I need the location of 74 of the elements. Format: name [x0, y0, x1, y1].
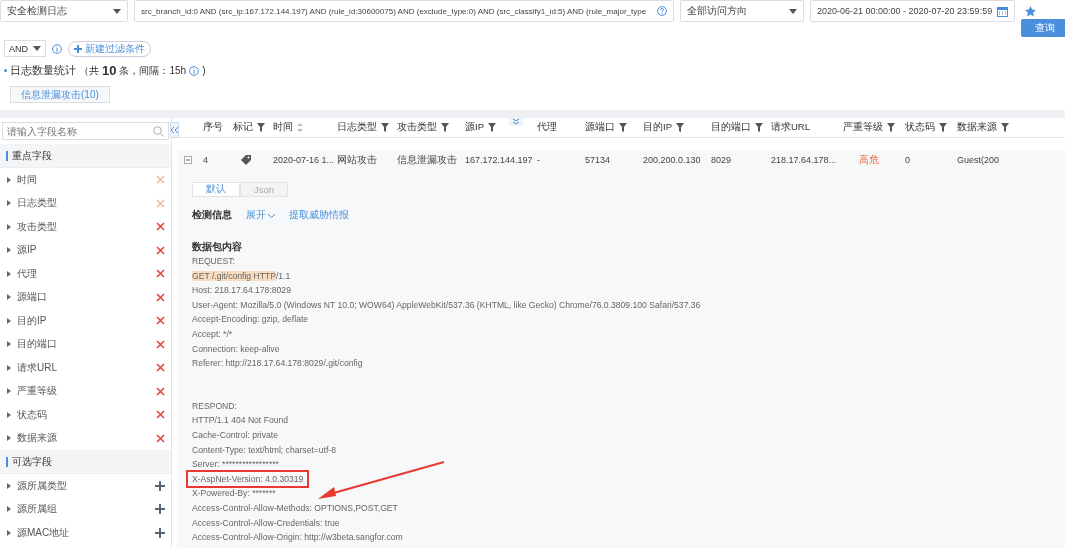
table-cell-text: 4 — [202, 154, 209, 167]
field-search[interactable]: 请输入字段名称 — [2, 122, 169, 140]
column-header[interactable]: 严重等级 — [837, 121, 899, 134]
response-line: Access-Control-Allow-Methods: OPTIONS,POST,GET — [192, 501, 398, 515]
table-cell-text: 218.17.64.178... — [770, 154, 837, 167]
table-cell-text: - — [536, 154, 541, 167]
field-item[interactable]: 严重等级 — [0, 379, 171, 403]
direction-dropdown[interactable]: 全部访问方向 — [680, 0, 804, 22]
field-item[interactable]: 源所属组 — [0, 497, 171, 521]
operator-dropdown[interactable]: AND — [4, 40, 46, 57]
table-cell-text: 信息泄漏攻击 — [396, 153, 458, 167]
column-header[interactable]: 时间 — [267, 121, 331, 134]
column-header[interactable]: 攻击类型 — [391, 121, 459, 134]
stats-prefix: （共 — [79, 63, 99, 78]
column-header[interactable]: 目的端口 — [705, 121, 765, 134]
request-line: REQUEST: — [192, 255, 235, 268]
column-header[interactable]: 状态码 — [899, 121, 951, 134]
section-header: 可选字段 — [0, 450, 171, 474]
table-cell-text: 167.172.144.197 — [464, 154, 531, 167]
stats-title: 日志数量统计 — [10, 63, 76, 78]
view-tab[interactable]: 默认 — [192, 182, 240, 197]
table-cell-text: Guest(200 — [956, 154, 1001, 167]
table-cell-text: 200.200.0.130 — [642, 154, 702, 167]
response-line: Access-Control-Allow-Credentials: true — [192, 516, 340, 530]
column-header[interactable]: 数据来源 — [951, 121, 1065, 134]
table-cell-text: 高危 — [858, 153, 880, 167]
field-item[interactable]: 目的端口 — [0, 332, 171, 356]
column-header[interactable]: 日志类型 — [331, 121, 391, 134]
column-header[interactable]: 源IP — [459, 121, 531, 134]
column-header[interactable]: 请求URL — [765, 121, 837, 134]
response-line: Server: ***************** — [192, 458, 279, 472]
response-line: Access-Control-Allow-Origin: http://w3beta.sangfor.com — [192, 531, 403, 545]
request-line: User-Agent: Mozilla/5.0 (Windows NT 10.0; WOW64) AppleWebKit/537.36 (KHTML, like Gecko) Chrome/76.0.3809.100 Safari/537.36 — [192, 298, 701, 312]
stats-count: 10 — [102, 63, 117, 78]
column-header[interactable]: 代理 — [531, 121, 579, 134]
table-cell-text: 0 — [904, 154, 911, 167]
request-line: Accept-Encoding: gzip, deflate — [192, 313, 309, 327]
table-cell-text: 57134 — [584, 154, 612, 167]
field-item[interactable]: 源MAC地址 — [0, 521, 171, 545]
field-item[interactable]: 代理 — [0, 262, 171, 286]
request-line: GET /.git/config HTTP/1.1 — [192, 269, 291, 283]
request-line: Connection: keep-alive — [192, 342, 280, 356]
response-line: Cache-Control: private — [192, 428, 278, 442]
stats-close: ) — [202, 65, 206, 76]
response-line: RESPOND: — [192, 399, 237, 413]
field-item[interactable]: 状态码 — [0, 403, 171, 427]
table-cell-text: 8029 — [710, 154, 733, 167]
field-item[interactable]: 数据来源 — [0, 426, 171, 450]
query-field[interactable]: src_branch_id:0 AND (src_ip:167.172.144.197) AND (rule_id:30600075) AND (exclude_type:0) AND (src_classify1_id:5) AND (rule_major_type — [134, 0, 674, 22]
response-line: X-Powered-By: ******* — [192, 487, 276, 501]
table-row[interactable]: 4 2020-07-16 1... 网站攻击 信息泄漏攻击 167.172.144.197 - 57134 200.200.0.130 8029 218.17.64.178... 高危 0 Guest(200 — [177, 150, 1065, 170]
column-header[interactable]: 源端口 — [579, 121, 637, 134]
request-line: Host: 218.17.64.178:8029 — [192, 284, 291, 298]
content-title: 数据包内容 — [192, 240, 242, 254]
request-line: Referer: http://218.17.64.178:8029/.git/config — [192, 357, 363, 371]
column-header[interactable]: 目的IP — [637, 121, 705, 134]
response-line: HTTP/1.1 404 Not Found — [192, 414, 288, 428]
log-type-dropdown[interactable]: 安全检测日志 — [0, 0, 128, 22]
field-item[interactable]: 源所属类型 — [0, 474, 171, 498]
highlighted-line: X-AspNet-Version: 4.0.30319 — [188, 471, 308, 487]
request-line: Accept: */* — [192, 327, 233, 341]
column-header[interactable]: 标记 — [227, 121, 267, 134]
field-item[interactable]: 请求URL — [0, 356, 171, 380]
field-item[interactable]: 源端口 — [0, 285, 171, 309]
date-range-field[interactable]: 2020-06-21 00:00:00 - 2020-07-20 23:59:59 — [810, 0, 1015, 22]
stats-suffix: 条，间隔：15h — [119, 63, 187, 78]
section-header: 重点字段 — [0, 144, 171, 168]
field-item[interactable]: 目的IP — [0, 309, 171, 333]
column-header[interactable]: 序号 — [197, 121, 227, 134]
add-filter-button[interactable]: 新建过滤条件 — [68, 40, 151, 57]
section-label: 检测信息 — [192, 209, 232, 222]
response-line: Content-Type: text/html; charset=utf-8 — [192, 443, 336, 457]
field-item[interactable]: 攻击类型 — [0, 215, 171, 239]
field-item[interactable]: 源IP — [0, 238, 171, 262]
